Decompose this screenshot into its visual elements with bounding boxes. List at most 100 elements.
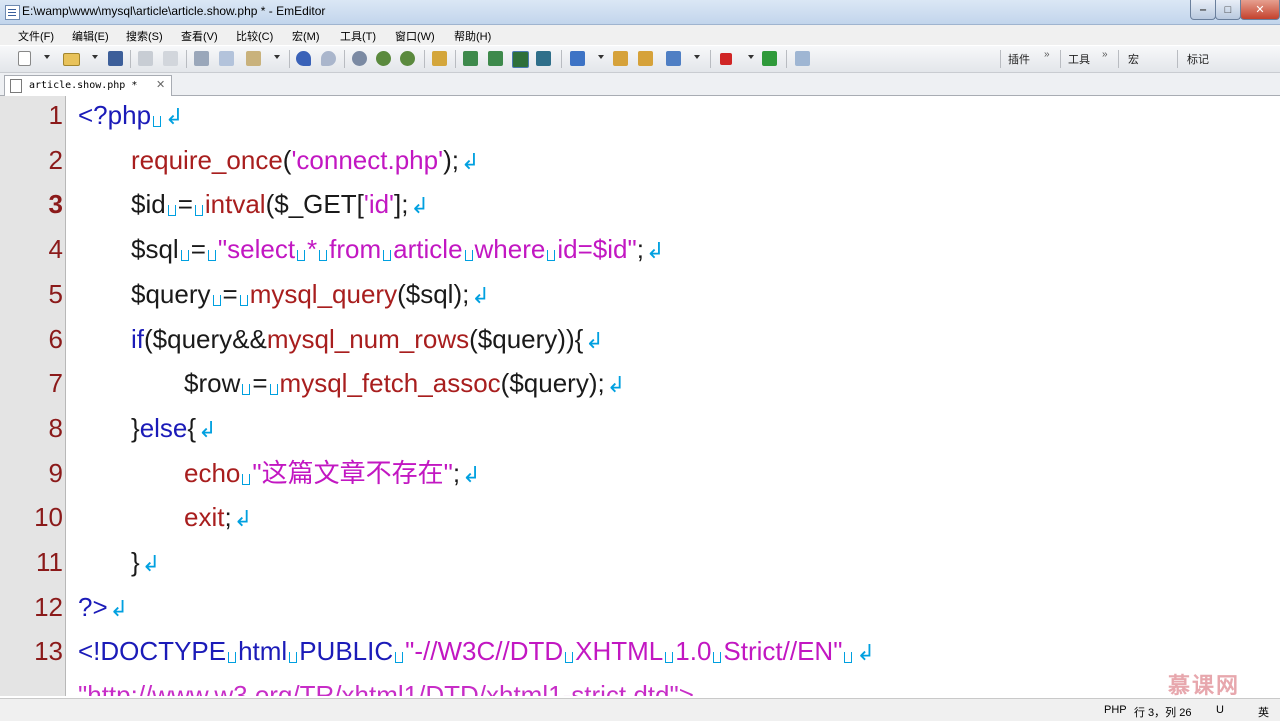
toolbar-separator [1177, 50, 1178, 68]
eol-marker: ↲ [198, 416, 217, 442]
code-token: XHTML [575, 636, 664, 667]
new-file-icon[interactable] [18, 51, 31, 66]
save-icon[interactable] [108, 51, 123, 66]
toolbar-separator [186, 50, 187, 68]
space-marker [228, 652, 237, 664]
chevron-right-icon[interactable]: » [1102, 49, 1108, 60]
close-tab-icon[interactable]: ✕ [156, 78, 165, 91]
menu-help[interactable]: 帮助(H) [454, 28, 491, 44]
space-marker [297, 250, 306, 262]
menu-file[interactable]: 文件(F) [18, 28, 54, 44]
tab-strip: article.show.php * ✕ [0, 73, 1280, 96]
find-next-icon[interactable] [376, 51, 391, 66]
code-token: ($query)){ [469, 323, 584, 354]
line-number: 6 [48, 323, 63, 354]
paste-icon[interactable] [246, 51, 261, 66]
tools-icon[interactable] [613, 51, 628, 66]
code-token: 'id' [363, 189, 395, 220]
menu-view[interactable]: 查看(V) [181, 28, 218, 44]
code-token: $sql [131, 234, 179, 265]
space-marker [547, 250, 556, 262]
wrap-icon[interactable] [512, 51, 529, 68]
line-number: 7 [48, 368, 63, 399]
print-preview-icon[interactable] [163, 51, 178, 66]
chevron-down-icon[interactable] [274, 55, 280, 59]
open-file-icon[interactable] [63, 53, 80, 66]
status-position[interactable]: 行 3，列 26 [1134, 704, 1191, 720]
eol-marker: ↲ [460, 148, 480, 174]
menu-macro[interactable]: 宏(M) [292, 28, 320, 44]
minimize-button[interactable]: ‒ [1190, 0, 1216, 20]
code-line: if($query&&mysql_num_rows($query)){↲ [131, 324, 604, 356]
code-token: ($query&& [144, 323, 267, 354]
toolbar-separator [710, 50, 711, 68]
maximize-button[interactable]: □ [1215, 0, 1241, 20]
eol-marker: ↲ [645, 238, 665, 264]
code-token: PUBLIC [299, 636, 394, 667]
record-icon[interactable] [720, 53, 732, 65]
code-line: $sql = "select * from article where id=$id";↲ [131, 234, 664, 266]
view-mode-2-icon[interactable] [488, 51, 503, 66]
tools-pane[interactable]: 工具 [1068, 51, 1090, 67]
plugin-icon[interactable] [795, 51, 810, 66]
menu-compare[interactable]: 比较(C) [236, 28, 273, 44]
tab-article-show-php[interactable]: article.show.php * ✕ [4, 75, 172, 96]
cut-icon[interactable] [194, 51, 209, 66]
view-mode-icon[interactable] [463, 51, 478, 66]
menu-bar: 文件(F) 编辑(E) 搜索(S) 查看(V) 比较(C) 宏(M) 工具(T)… [0, 25, 1280, 45]
config-icon[interactable] [570, 51, 585, 66]
run-macro-icon[interactable] [762, 51, 777, 66]
copy-icon[interactable] [219, 51, 234, 66]
code-token: if [131, 323, 144, 354]
tab-label: article.show.php * [29, 80, 138, 91]
chevron-down-icon[interactable] [598, 55, 604, 59]
code-token: } [131, 412, 140, 443]
line-number: 8 [48, 412, 63, 443]
code-token: 1.0 [675, 636, 712, 667]
eol-marker: ↲ [109, 595, 129, 621]
chevron-down-icon[interactable] [694, 55, 700, 59]
chevron-right-icon[interactable]: » [1044, 49, 1050, 60]
code-token: ; [224, 502, 232, 533]
status-encoding[interactable]: U [1216, 704, 1224, 716]
eol-marker: ↲ [585, 327, 604, 353]
eol-marker: ↲ [165, 104, 184, 129]
plugins-pane[interactable]: 插件 [1008, 51, 1030, 67]
toolbar-separator [561, 50, 562, 68]
close-button[interactable]: ✕ [1240, 0, 1280, 20]
macro-config-icon[interactable] [638, 51, 653, 66]
menu-search[interactable]: 搜索(S) [126, 28, 163, 44]
line-number: 13 [34, 636, 63, 667]
macros-pane[interactable]: 宏 [1128, 51, 1139, 67]
chevron-down-icon[interactable] [92, 55, 98, 59]
code-token: ($_GET [265, 189, 357, 220]
code-token: ); [443, 144, 459, 175]
redo-icon[interactable] [321, 51, 336, 66]
title-bar: E:\wamp\www\mysql\article\article.show.p… [0, 0, 1280, 25]
chevron-down-icon[interactable] [44, 55, 50, 59]
chevron-down-icon[interactable] [748, 55, 754, 59]
code-line: require_once('connect.php');↲ [131, 145, 479, 177]
status-language[interactable]: PHP [1104, 704, 1127, 716]
find-icon[interactable] [352, 51, 367, 66]
code-token: ($sql); [397, 278, 470, 309]
code-token: } [131, 547, 140, 577]
space-marker [207, 250, 216, 262]
menu-edit[interactable]: 编辑(E) [72, 28, 109, 44]
eol-marker: ↲ [471, 282, 490, 308]
print-icon[interactable] [138, 51, 153, 66]
undo-icon[interactable] [296, 51, 311, 66]
code-token: ; [636, 234, 644, 265]
eol-marker: ↲ [141, 551, 161, 576]
menu-tools[interactable]: 工具(T) [340, 28, 376, 44]
space-marker [665, 652, 674, 664]
toolbar-separator [786, 50, 787, 68]
find-prev-icon[interactable] [400, 51, 415, 66]
menu-window[interactable]: 窗口(W) [395, 28, 435, 44]
markers-pane[interactable]: 标记 [1187, 51, 1209, 67]
code-token: html [238, 636, 288, 667]
macro-icon[interactable] [666, 51, 681, 66]
replace-icon[interactable] [432, 51, 447, 66]
wrap-window-icon[interactable] [536, 51, 551, 66]
code-editor[interactable]: 1 2 3 4 5 6 7 8 9 10 11 12 13 <?php ↲ require_once('co… [0, 96, 1280, 696]
